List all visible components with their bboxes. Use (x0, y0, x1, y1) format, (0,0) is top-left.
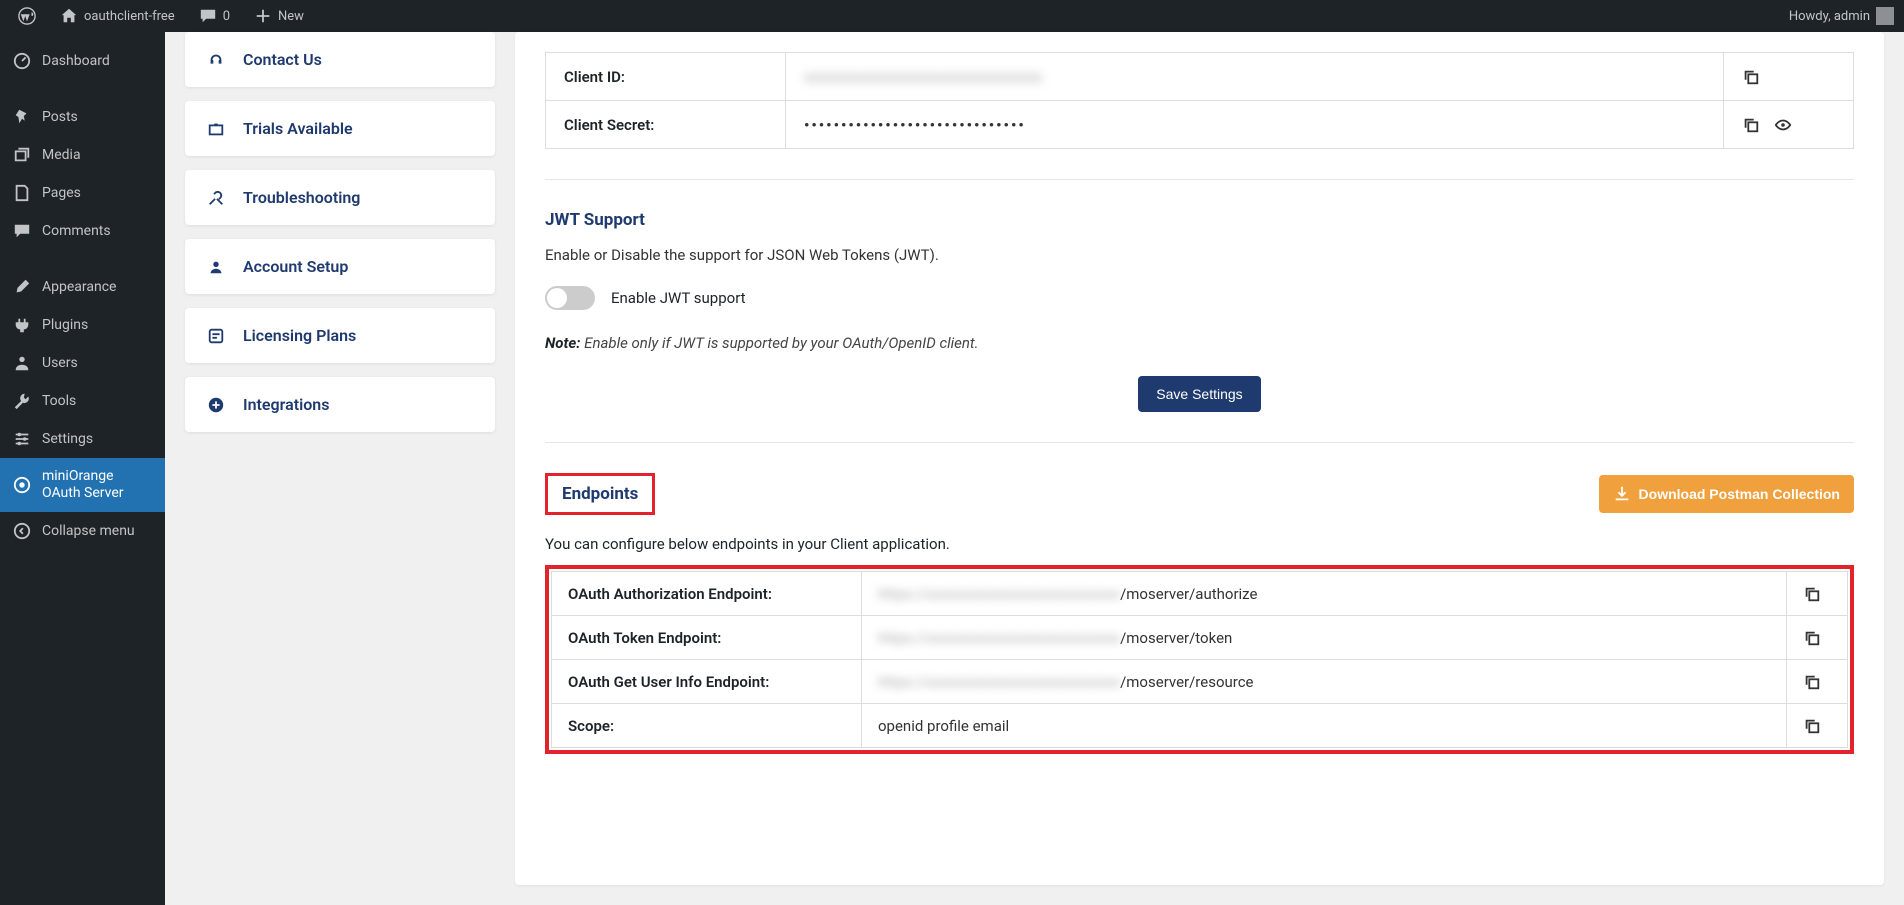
comment-icon (199, 7, 217, 25)
menu-media[interactable]: Media (0, 136, 165, 174)
account-menu[interactable]: Howdy, admin (1789, 7, 1894, 25)
divider (545, 442, 1854, 443)
menu-settings[interactable]: Settings (0, 420, 165, 458)
endpoints-table-wrap: OAuth Authorization Endpoint: https://xx… (545, 565, 1854, 754)
new-label: New (278, 9, 304, 24)
client-id-value: xxxxxxxxxxxxxxxxxxxxxxxxxxxxxxxx (786, 53, 1724, 101)
copy-client-id[interactable] (1742, 67, 1760, 85)
endpoints-title: Endpoints (562, 484, 638, 504)
plus-icon (254, 7, 272, 25)
home-icon (60, 7, 78, 25)
nav-troubleshooting[interactable]: Troubleshooting (185, 170, 495, 225)
brush-icon (12, 278, 32, 296)
nav-contact-us[interactable]: Contact Us (185, 32, 495, 87)
plugin-icon (12, 316, 32, 334)
site-name: oauthclient-free (84, 9, 175, 24)
menu-dashboard[interactable]: Dashboard (0, 42, 165, 80)
headset-icon (205, 51, 227, 69)
divider (545, 179, 1854, 180)
jwt-desc: Enable or Disable the support for JSON W… (545, 246, 1854, 264)
endpoint-row: OAuth Get User Info Endpoint: https://xx… (552, 660, 1848, 704)
copy-endpoint[interactable] (1803, 716, 1821, 734)
tools-icon (205, 189, 227, 207)
menu-comments[interactable]: Comments (0, 212, 165, 250)
admin-sidebar: Dashboard Posts Media Pages Comments App… (0, 32, 165, 905)
endpoint-row: OAuth Token Endpoint: https://xxxxxxxxxx… (552, 616, 1848, 660)
settings-icon (12, 430, 32, 448)
pin-icon (12, 108, 32, 126)
copy-endpoint[interactable] (1803, 584, 1821, 602)
jwt-title: JWT Support (545, 210, 1854, 230)
save-settings-button[interactable]: Save Settings (1138, 376, 1260, 412)
menu-tools[interactable]: Tools (0, 382, 165, 420)
nav-licensing[interactable]: Licensing Plans (185, 308, 495, 363)
collapse-icon (12, 522, 32, 540)
jwt-toggle[interactable] (545, 286, 595, 310)
jwt-toggle-label: Enable JWT support (611, 289, 746, 307)
admin-bar: oauthclient-free 0 New Howdy, admin (0, 0, 1904, 32)
menu-plugins[interactable]: Plugins (0, 306, 165, 344)
user-icon (12, 354, 32, 372)
target-icon (12, 476, 32, 494)
account-icon (205, 258, 227, 276)
reveal-client-secret[interactable] (1774, 115, 1792, 133)
comment-icon (12, 222, 32, 240)
avatar (1876, 7, 1894, 25)
menu-appearance[interactable]: Appearance (0, 268, 165, 306)
endpoints-title-box: Endpoints (545, 473, 655, 515)
page-icon (12, 184, 32, 202)
nav-trials[interactable]: Trials Available (185, 101, 495, 156)
client-secret-value: •••••••••••••••••••••••••••••• (786, 101, 1724, 149)
pluscircle-icon (205, 396, 227, 414)
endpoints-desc: You can configure below endpoints in you… (545, 535, 1854, 553)
copy-client-secret[interactable] (1742, 115, 1760, 133)
menu-collapse[interactable]: Collapse menu (0, 512, 165, 550)
media-icon (12, 146, 32, 164)
comments-count: 0 (223, 9, 230, 24)
client-secret-label: Client Secret: (546, 101, 786, 149)
menu-users[interactable]: Users (0, 344, 165, 382)
inner-nav: Contact Us Trials Available Troubleshoot… (165, 32, 515, 885)
wp-logo[interactable] (10, 0, 44, 32)
copy-endpoint[interactable] (1803, 628, 1821, 646)
menu-posts[interactable]: Posts (0, 98, 165, 136)
download-postman-button[interactable]: Download Postman Collection (1599, 475, 1854, 513)
download-icon (1613, 485, 1631, 503)
menu-pages[interactable]: Pages (0, 174, 165, 212)
endpoint-row: Scope: openid profile email (552, 704, 1848, 748)
endpoints-table: OAuth Authorization Endpoint: https://xx… (551, 571, 1848, 748)
client-id-label: Client ID: (546, 53, 786, 101)
comments-link[interactable]: 0 (191, 0, 238, 32)
new-link[interactable]: New (246, 0, 312, 32)
jwt-note: Note: Enable only if JWT is supported by… (545, 334, 1854, 352)
credentials-table: Client ID: xxxxxxxxxxxxxxxxxxxxxxxxxxxxx… (545, 52, 1854, 149)
content-panel: Client ID: xxxxxxxxxxxxxxxxxxxxxxxxxxxxx… (515, 32, 1884, 885)
endpoint-row: OAuth Authorization Endpoint: https://xx… (552, 572, 1848, 616)
dashboard-icon (12, 52, 32, 70)
site-link[interactable]: oauthclient-free (52, 0, 183, 32)
nav-account-setup[interactable]: Account Setup (185, 239, 495, 294)
menu-miniorange[interactable]: miniOrange OAuth Server (0, 458, 165, 512)
license-icon (205, 327, 227, 345)
nav-integrations[interactable]: Integrations (185, 377, 495, 432)
trials-icon (205, 120, 227, 138)
copy-endpoint[interactable] (1803, 672, 1821, 690)
wrench-icon (12, 392, 32, 410)
howdy-text: Howdy, admin (1789, 9, 1870, 24)
